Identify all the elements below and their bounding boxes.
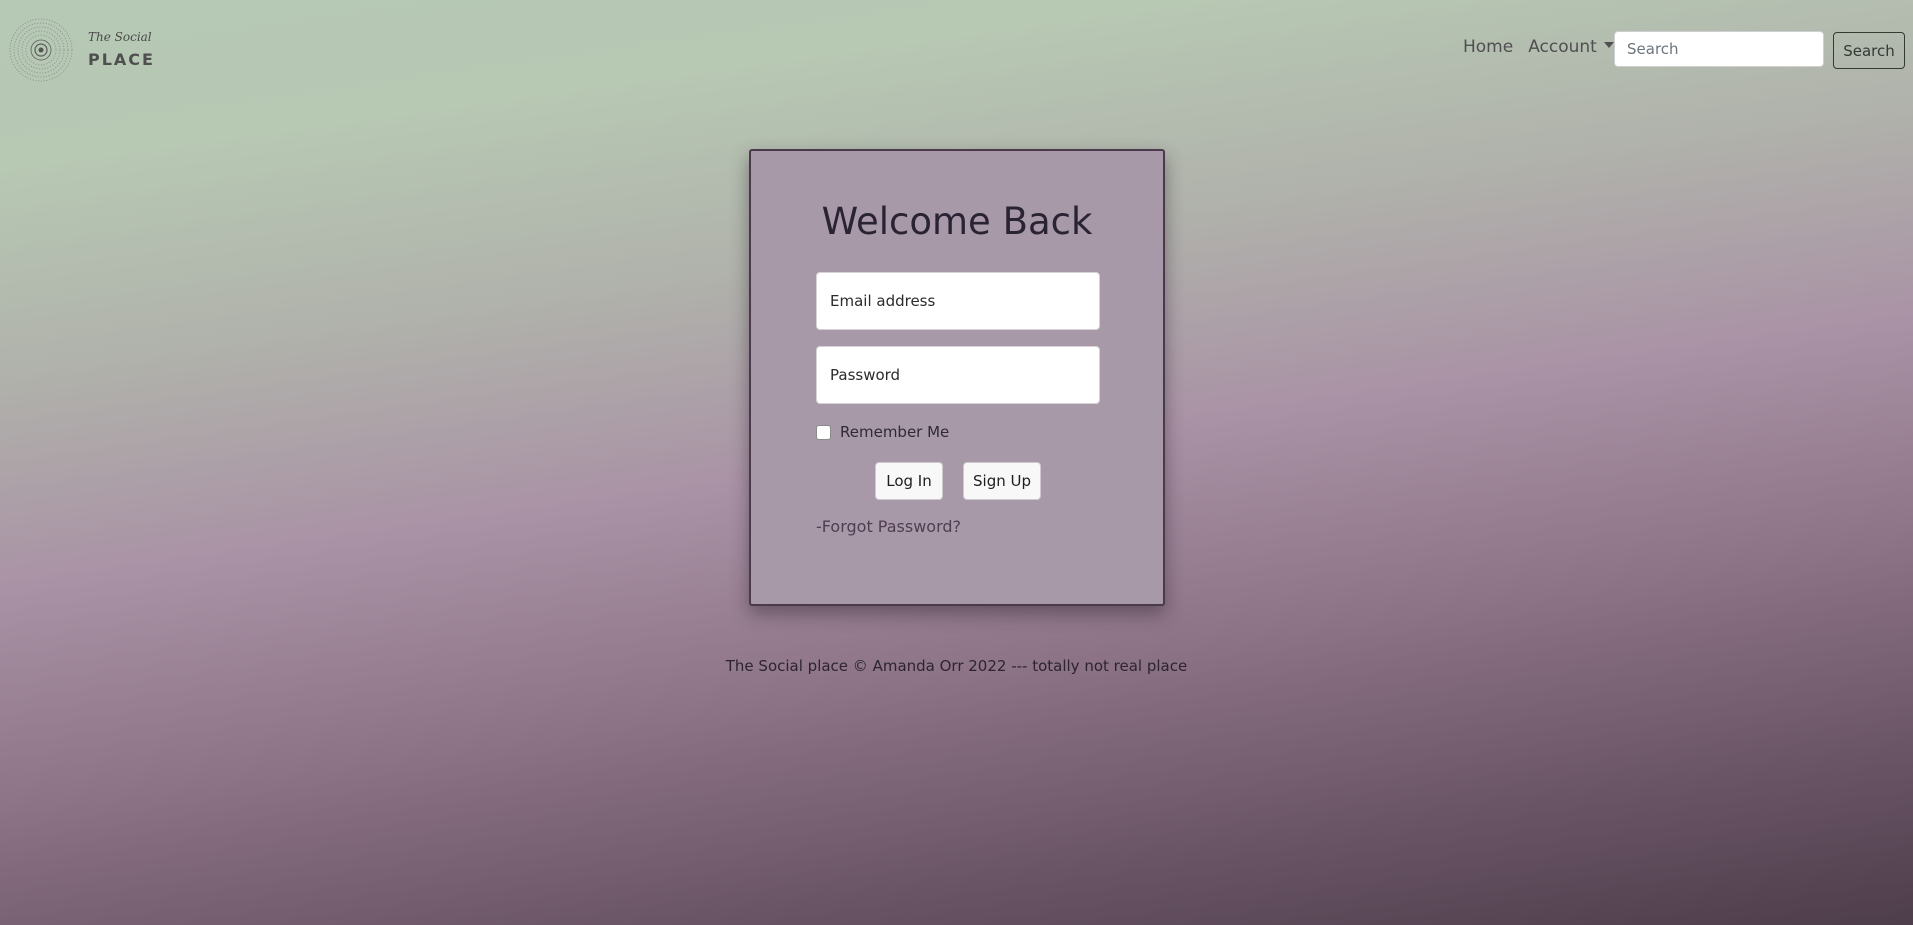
nav-account-dropdown[interactable]: Account: [1528, 37, 1614, 57]
login-card: Welcome Back Remember Me Log In Sign Up …: [749, 149, 1165, 606]
email-field[interactable]: [816, 272, 1100, 330]
nav-home-link[interactable]: Home: [1463, 37, 1513, 57]
page-title: Welcome Back: [821, 200, 1093, 243]
log-in-button[interactable]: Log In: [875, 462, 943, 500]
search-button[interactable]: Search: [1833, 32, 1905, 69]
concentric-circles-logo-icon: [9, 18, 73, 82]
remember-me-row: Remember Me: [816, 423, 949, 441]
sign-up-button[interactable]: Sign Up: [963, 462, 1041, 500]
nav-account-label: Account: [1528, 37, 1597, 57]
search-input[interactable]: [1614, 31, 1824, 67]
footer-text: The Social place © Amanda Orr 2022 --- t…: [725, 657, 1188, 675]
password-field[interactable]: [816, 346, 1100, 404]
forgot-password-link[interactable]: -Forgot Password?: [816, 517, 961, 536]
brand-name-bottom: PLACE: [88, 50, 155, 69]
nav-links: Home Account: [1463, 37, 1614, 57]
remember-me-checkbox[interactable]: [816, 424, 831, 440]
brand-logo-link[interactable]: The Social PLACE: [8, 17, 153, 83]
navbar: The Social PLACE Home Account Search: [0, 0, 1913, 100]
brand-name-top: The Social: [88, 30, 152, 44]
remember-me-label[interactable]: Remember Me: [840, 423, 949, 441]
caret-down-icon: [1603, 42, 1614, 48]
